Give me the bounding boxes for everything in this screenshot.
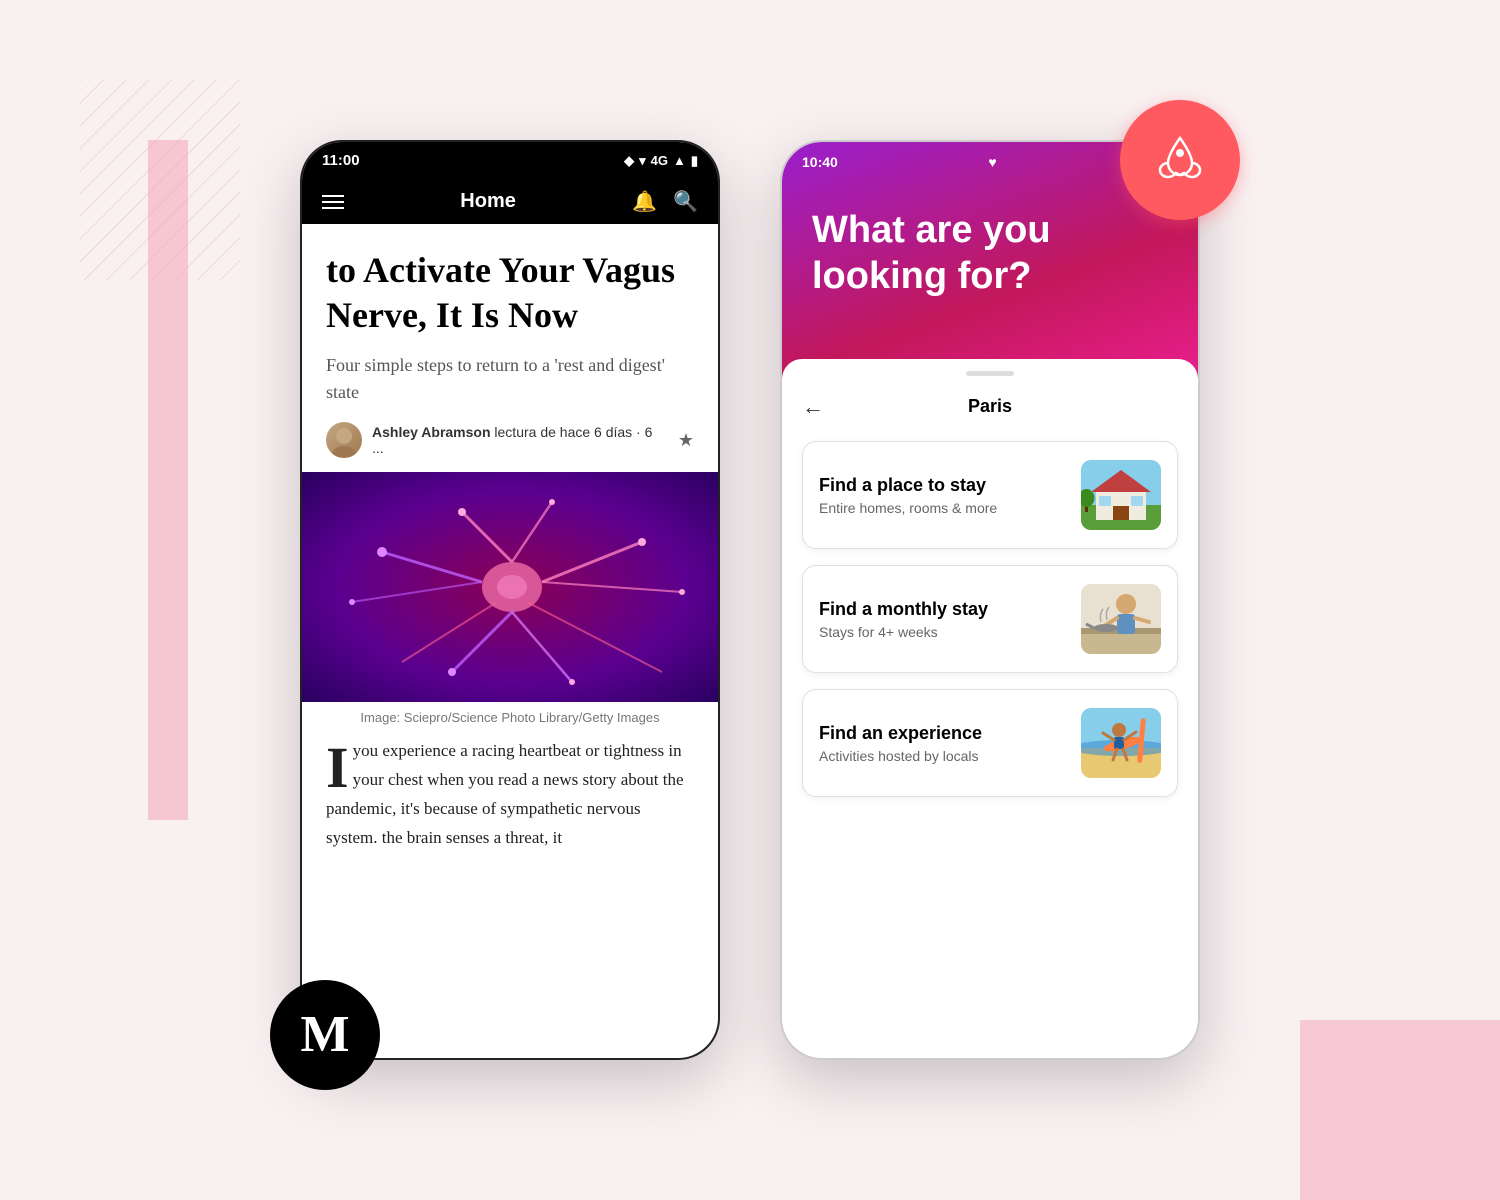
pink-rect-left [148, 140, 188, 820]
option-experience-subtitle: Activities hosted by locals [819, 748, 982, 764]
drop-cap: I [326, 737, 349, 792]
option-monthly-title: Find a monthly stay [819, 599, 988, 620]
surfer-illustration [1081, 708, 1161, 778]
option-card-monthly-text: Find a monthly stay Stays for 4+ weeks [819, 599, 988, 640]
medium-status-icons: ◆ ▾ 4G ▲ ▮ [624, 153, 698, 169]
dot-icon: ◆ [624, 153, 634, 169]
author-avatar [326, 422, 362, 458]
option-card-monthly[interactable]: Find a monthly stay Stays for 4+ weeks [802, 565, 1178, 673]
option-card-experience[interactable]: Find an experience Activities hosted by … [802, 689, 1178, 797]
article-body: I you experience a racing heartbeat or t… [326, 737, 694, 853]
wifi-icon: ▾ [639, 153, 646, 169]
back-arrow-icon[interactable]: ← [802, 394, 824, 420]
medium-nav-icons: 🔔 🔍 [632, 189, 698, 214]
option-stay-image [1081, 460, 1161, 530]
article-body-text: you experience a racing heartbeat or tig… [326, 741, 684, 847]
medium-time: 11:00 [322, 152, 360, 169]
medium-status-bar: 11:00 ◆ ▾ 4G ▲ ▮ [302, 142, 718, 179]
image-caption: Image: Sciepro/Science Photo Library/Get… [326, 702, 694, 737]
diagonal-lines-decoration [80, 80, 240, 280]
hamburger-icon[interactable] [322, 195, 344, 209]
airbnb-heart-icon: ♥ [988, 154, 996, 170]
star-icon[interactable]: ★ [678, 430, 694, 451]
sheet-back-row: ← Paris [802, 396, 1178, 417]
airbnb-time: 10:40 [802, 154, 838, 170]
medium-navbar: Home 🔔 🔍 [302, 179, 718, 224]
medium-logo: M [270, 980, 380, 1090]
medium-m-letter: M [300, 1009, 349, 1061]
author-meta: Ashley Abramson lectura de hace 6 días ·… [372, 424, 668, 456]
airbnb-phone-wrapper: 10:40 ♥ ⏰ ▾ What are you looking for? ← … [780, 140, 1200, 1060]
option-card-stay-text: Find a place to stay Entire homes, rooms… [819, 475, 997, 516]
signal-icon: ▲ [673, 153, 686, 168]
author-row: Ashley Abramson lectura de hace 6 días ·… [326, 422, 694, 458]
airbnb-phone: 10:40 ♥ ⏰ ▾ What are you looking for? ← … [780, 140, 1200, 1060]
option-experience-image [1081, 708, 1161, 778]
medium-phone-wrapper: 11:00 ◆ ▾ 4G ▲ ▮ Home 🔔 [300, 140, 720, 1060]
pink-rect-bottom-right [1300, 1020, 1500, 1200]
airbnb-logo-circle [1120, 100, 1240, 220]
article-subtitle: Four simple steps to return to a 'rest a… [326, 352, 694, 406]
content-wrapper: 11:00 ◆ ▾ 4G ▲ ▮ Home 🔔 [300, 140, 1200, 1060]
battery-icon: ▮ [691, 153, 698, 169]
medium-phone: 11:00 ◆ ▾ 4G ▲ ▮ Home 🔔 [300, 140, 720, 1060]
sheet-location-title: Paris [968, 396, 1012, 417]
cooking-illustration [1081, 584, 1161, 654]
option-monthly-subtitle: Stays for 4+ weeks [819, 624, 988, 640]
option-card-experience-text: Find an experience Activities hosted by … [819, 723, 982, 764]
airbnb-sheet: ← Paris Find a place to stay Entire home… [782, 359, 1198, 1015]
sheet-handle [966, 371, 1014, 376]
article-image [302, 472, 718, 702]
airbnb-logo-icon [1150, 130, 1210, 190]
option-card-stay[interactable]: Find a place to stay Entire homes, rooms… [802, 441, 1178, 549]
article-title: to Activate Your Vagus Nerve, It Is Now [326, 248, 694, 338]
option-monthly-image [1081, 584, 1161, 654]
option-stay-subtitle: Entire homes, rooms & more [819, 500, 997, 516]
signal-text: 4G [651, 153, 668, 168]
medium-nav-title: Home [460, 190, 516, 213]
article-content: to Activate Your Vagus Nerve, It Is Now … [302, 224, 718, 458]
bell-icon[interactable]: 🔔 [632, 189, 657, 214]
neuron-image [302, 472, 718, 702]
search-icon[interactable]: 🔍 [673, 189, 698, 214]
house-illustration [1081, 460, 1161, 530]
option-experience-title: Find an experience [819, 723, 982, 744]
author-name: Ashley Abramson [372, 424, 491, 440]
option-stay-title: Find a place to stay [819, 475, 997, 496]
